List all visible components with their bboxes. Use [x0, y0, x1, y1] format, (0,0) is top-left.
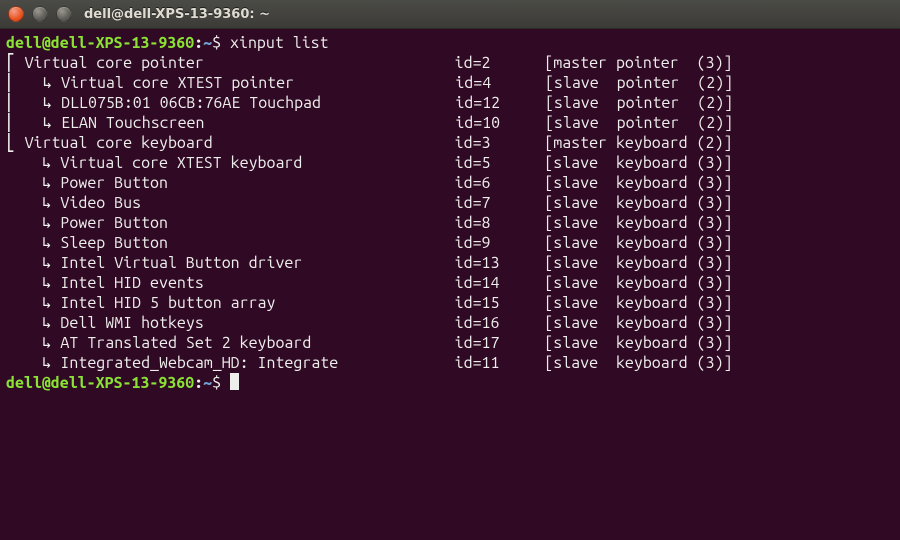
device-row: ↳ Power Button id=6 [slave keyboard (3)]: [6, 173, 894, 193]
device-row: ↳ Intel HID 5 button array id=15 [slave …: [6, 293, 894, 313]
close-icon[interactable]: [8, 6, 24, 22]
device-row: ↳ Integrated_Webcam_HD: Integrate id=11 …: [6, 353, 894, 373]
terminal-viewport[interactable]: dell@dell-XPS-13-9360:~$ xinput list⎡ Vi…: [0, 29, 900, 540]
device-row: ↳ Intel HID events id=14 [slave keyboard…: [6, 273, 894, 293]
minimize-icon[interactable]: [32, 6, 48, 22]
device-row: ⎜ ↳ DLL075B:01 06CB:76AE Touchpad id=12 …: [6, 93, 894, 113]
cursor-icon: [230, 373, 239, 390]
device-row: ⎜ ↳ Virtual core XTEST pointer id=4 [sla…: [6, 73, 894, 93]
prompt-user: dell: [6, 34, 42, 52]
command-line: dell@dell-XPS-13-9360:~$ xinput list: [6, 33, 894, 53]
prompt-host: @dell-XPS-13-9360: [42, 34, 194, 52]
maximize-icon[interactable]: [56, 6, 72, 22]
device-row: ↳ Video Bus id=7 [slave keyboard (3)]: [6, 193, 894, 213]
prompt-idle[interactable]: dell@dell-XPS-13-9360:~$: [6, 373, 894, 393]
prompt-symbol: $: [212, 374, 230, 392]
command-text: xinput list: [230, 34, 329, 52]
window-title: dell@dell-XPS-13-9360: ~: [84, 7, 270, 22]
device-row: ↳ Sleep Button id=9 [slave keyboard (3)]: [6, 233, 894, 253]
device-group-header: ⎣ Virtual core keyboard id=3 [master key…: [6, 133, 894, 153]
device-row: ↳ Power Button id=8 [slave keyboard (3)]: [6, 213, 894, 233]
prompt-path: ~: [203, 374, 212, 392]
device-row: ↳ Dell WMI hotkeys id=16 [slave keyboard…: [6, 313, 894, 333]
device-row: ↳ AT Translated Set 2 keyboard id=17 [sl…: [6, 333, 894, 353]
titlebar[interactable]: dell@dell-XPS-13-9360: ~: [0, 0, 900, 29]
prompt-colon: :: [194, 34, 203, 52]
device-row: ↳ Virtual core XTEST keyboard id=5 [slav…: [6, 153, 894, 173]
device-row: ↳ Intel Virtual Button driver id=13 [sla…: [6, 253, 894, 273]
prompt-path: ~: [203, 34, 212, 52]
prompt-user: dell: [6, 374, 42, 392]
prompt-symbol: $: [212, 34, 230, 52]
device-row: ⎜ ↳ ELAN Touchscreen id=10 [slave pointe…: [6, 113, 894, 133]
terminal-window: dell@dell-XPS-13-9360: ~ dell@dell-XPS-1…: [0, 0, 900, 540]
device-group-header: ⎡ Virtual core pointer id=2 [master poin…: [6, 53, 894, 73]
prompt-colon: :: [194, 374, 203, 392]
prompt-host: @dell-XPS-13-9360: [42, 374, 194, 392]
